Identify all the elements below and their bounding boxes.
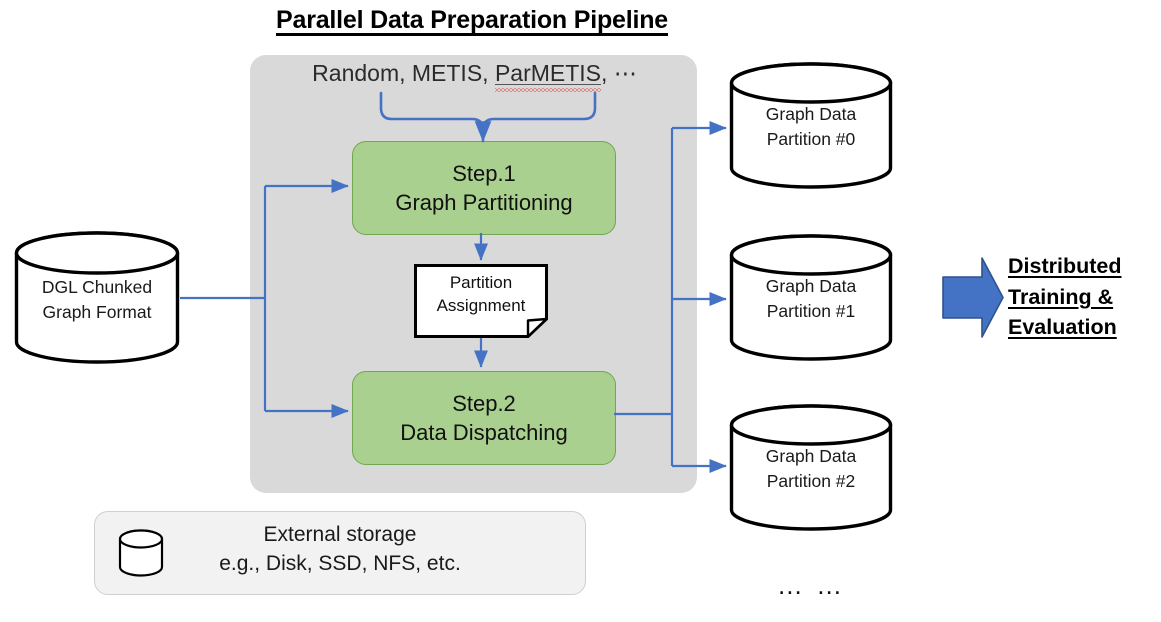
partition-2-label: Graph Data Partition #2 <box>729 444 893 493</box>
partition-1-line-2: Partition #1 <box>766 300 856 321</box>
storage-cylinder-icon <box>118 529 164 577</box>
small-cylinder-icon <box>118 529 164 577</box>
step-1-title: Step.1 <box>452 160 516 186</box>
partition-assignment-document: Partition Assignment <box>414 264 548 338</box>
conclusion-line-3: Evaluation <box>1008 315 1117 340</box>
graph-data-partition-2-cylinder[interactable]: Graph Data Partition #2 <box>729 404 893 531</box>
source-cylinder-label: DGL Chunked Graph Format <box>14 275 180 324</box>
external-storage-text: External storage e.g., Disk, SSD, NFS, e… <box>160 521 520 579</box>
diagram-canvas: Parallel Data Preparation Pipeline Rando… <box>0 0 1161 622</box>
partition-0-line-1: Graph Data <box>765 104 857 124</box>
partition-assignment-text: Partition Assignment <box>414 272 548 318</box>
partition-1-line-1: Graph Data <box>765 276 857 296</box>
source-datastore-cylinder[interactable]: DGL Chunked Graph Format <box>14 231 180 364</box>
source-line-1: DGL Chunked <box>41 277 153 297</box>
distributed-training-label: Distributed Training & Evaluation <box>1008 251 1158 343</box>
partition-0-label: Graph Data Partition #0 <box>729 102 893 151</box>
partition-2-line-1: Graph Data <box>765 446 857 466</box>
conclusion-line-1: Distributed <box>1008 254 1122 278</box>
storage-line-1: External storage <box>263 523 417 546</box>
graph-data-partition-0-cylinder[interactable]: Graph Data Partition #0 <box>729 62 893 189</box>
step-1-subtitle: Graph Partitioning <box>395 190 573 215</box>
algorithms-ellipsis: ⋯ <box>613 60 638 86</box>
page-title: Parallel Data Preparation Pipeline <box>276 6 668 34</box>
storage-line-2: e.g., Disk, SSD, NFS, etc. <box>219 551 461 575</box>
graph-data-partition-1-cylinder[interactable]: Graph Data Partition #1 <box>729 234 893 361</box>
step-2-subtitle: Data Dispatching <box>400 420 568 445</box>
partition-2-line-2: Partition #2 <box>766 470 856 491</box>
algorithms-prefix: Random, METIS, <box>312 60 495 86</box>
algorithms-suffix: , <box>601 60 614 86</box>
partition-1-label: Graph Data Partition #1 <box>729 274 893 323</box>
step-2-title: Step.2 <box>452 390 516 416</box>
conclusion-line-2: Training & <box>1008 284 1114 309</box>
more-partitions-ellipsis: … … <box>776 570 846 600</box>
artifact-line-2: Assignment <box>436 295 526 315</box>
step-2-data-dispatching[interactable]: Step.2 Data Dispatching <box>352 371 616 465</box>
step-1-graph-partitioning[interactable]: Step.1 Graph Partitioning <box>352 141 616 235</box>
partition-0-line-2: Partition #0 <box>766 128 856 149</box>
distributed-training-arrow <box>942 257 1004 338</box>
partition-algorithms-label: Random, METIS, ParMETIS, ⋯ <box>300 60 650 87</box>
artifact-line-1: Partition <box>449 273 513 292</box>
algorithms-parmetis: ParMETIS <box>494 60 602 86</box>
source-line-2: Graph Format <box>42 301 152 322</box>
